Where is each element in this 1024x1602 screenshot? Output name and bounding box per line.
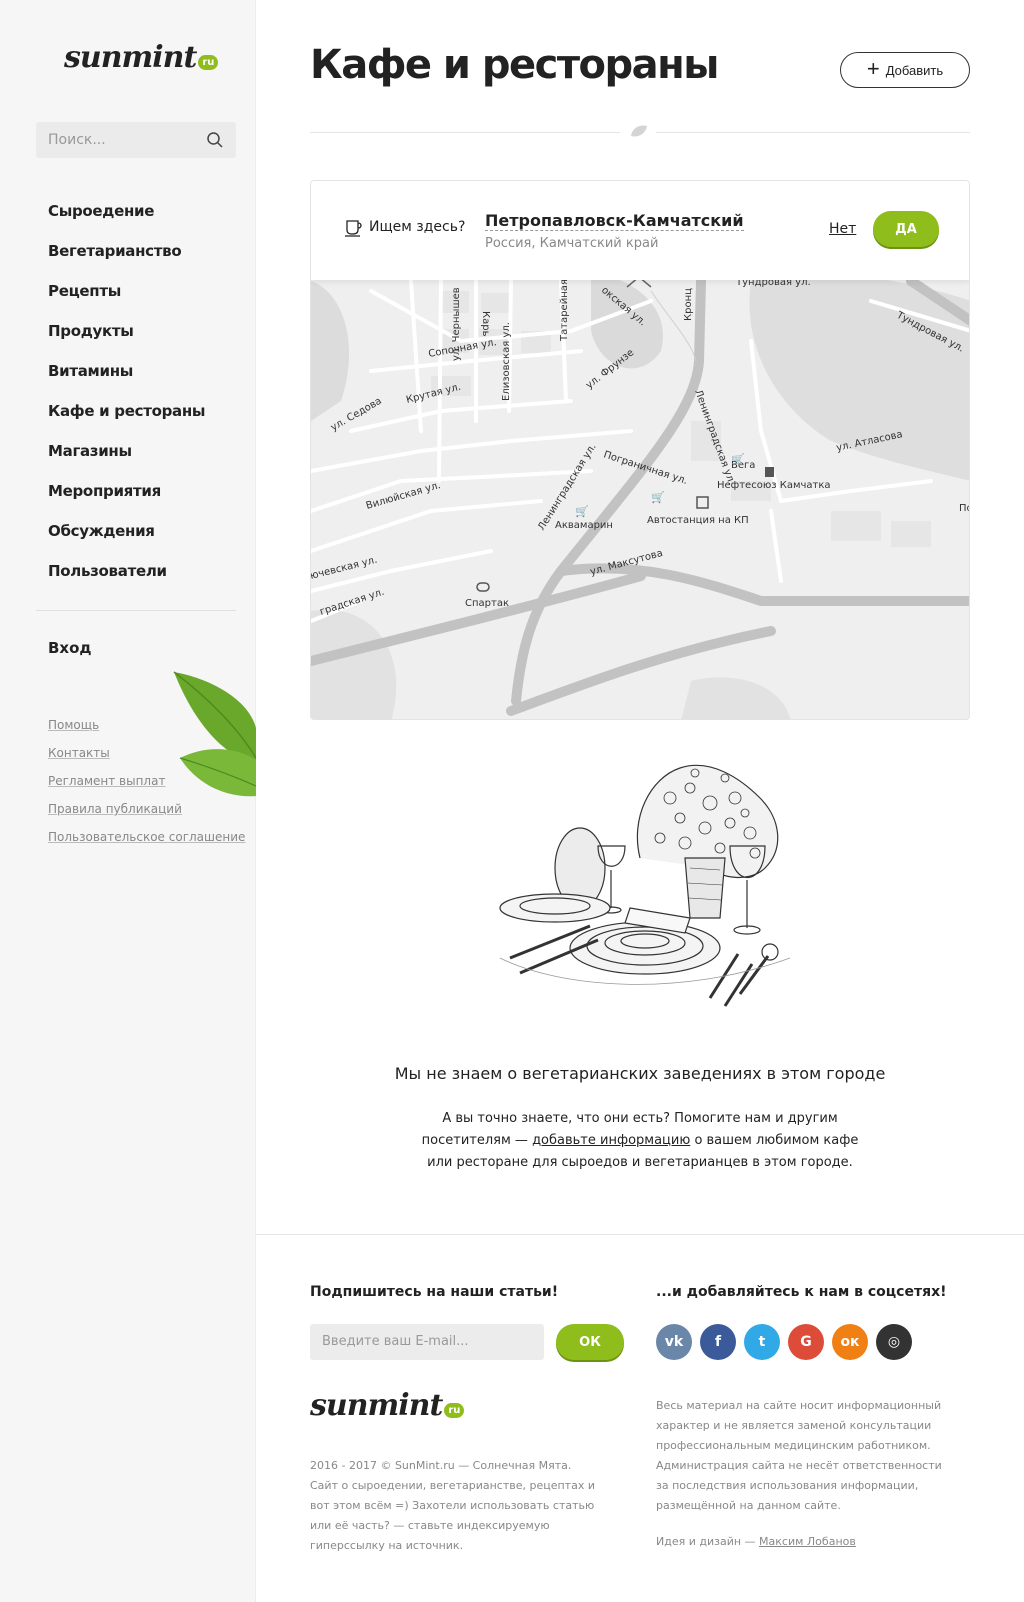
email-input[interactable]: Введите ваш E-mail... [310, 1324, 544, 1360]
sidebar-footer-links: Помощь Контакты Регламент выплат Правила… [48, 718, 245, 858]
table-setting-illustration [499, 764, 791, 1007]
link-user-agreement[interactable]: Пользовательское соглашение [48, 830, 245, 858]
social-links: vk f t G ок ◎ [656, 1324, 912, 1360]
social-title: ...и добавляйтесь к нам в соцсетях! [656, 1284, 947, 1300]
link-contacts[interactable]: Контакты [48, 746, 245, 774]
nav-item-products[interactable]: Продукты [48, 319, 205, 359]
footer-divider [256, 1234, 1024, 1235]
credits: Идея и дизайн — Максим Лобанов [656, 1535, 856, 1548]
search-input[interactable]: Поиск... [36, 122, 236, 158]
main-nav: Сыроедение Вегетарианство Рецепты Продук… [48, 199, 205, 599]
geo-no-button[interactable]: Нет [829, 221, 856, 237]
google-icon[interactable]: G [788, 1324, 824, 1360]
copyright: 2016 - 2017 © SunMint.ru — Солнечная Мят… [310, 1459, 595, 1552]
coffee-cup-icon [345, 220, 362, 237]
map-label-place: Спартак [465, 598, 509, 609]
facebook-icon[interactable]: f [700, 1324, 736, 1360]
link-payout-rules[interactable]: Регламент выплат [48, 774, 245, 802]
shop-icon: 🛒 [731, 453, 745, 466]
shop-icon: 🛒 [651, 491, 665, 504]
geo-question: Ищем здесь? [369, 219, 466, 235]
search-placeholder: Поиск... [48, 132, 106, 148]
author-link[interactable]: Максим Лобанов [759, 1535, 856, 1548]
map-card: окская ул. Кронц Тундровая ул. Тундровая… [310, 180, 970, 720]
add-info-link[interactable]: добавьте информацию [532, 1133, 690, 1148]
map-label-street: По [959, 503, 970, 514]
map-label-street: Кронц [683, 288, 694, 321]
plus-icon: + [866, 56, 880, 81]
map-label-place: Автостанция на КП [647, 515, 749, 526]
title-divider-right [656, 132, 970, 133]
link-publication-rules[interactable]: Правила публикаций [48, 802, 245, 830]
nav-item-vegetarianism[interactable]: Вегетарианство [48, 239, 205, 279]
twitter-icon[interactable]: t [744, 1324, 780, 1360]
geo-yes-button[interactable]: ДА [873, 211, 939, 247]
odnoklassniki-icon[interactable]: ок [832, 1324, 868, 1360]
nav-item-events[interactable]: Мероприятия [48, 479, 205, 519]
disclaimer: Весь материал на сайте носит информацион… [656, 1399, 942, 1512]
add-button[interactable]: + Добавить [840, 52, 970, 88]
nav-item-raw-food[interactable]: Сыроедение [48, 199, 205, 239]
footer-logo-badge: ru [444, 1403, 465, 1418]
nav-divider [36, 610, 236, 611]
login-link[interactable]: Вход [48, 639, 92, 657]
sidebar: sunmint ru Поиск... Сыроедение Вегетариа… [0, 0, 256, 1602]
subscribe-ok-button[interactable]: ОК [556, 1324, 624, 1360]
nav-item-recipes[interactable]: Рецепты [48, 279, 205, 319]
empty-state-description: А вы точно знаете, что они есть? Помогит… [421, 1111, 859, 1170]
shop-icon: 🛒 [575, 505, 589, 518]
subscribe-title: Подпишитесь на наши статьи! [310, 1284, 559, 1300]
map-label-place: Аквамарин [555, 520, 613, 531]
nav-item-shops[interactable]: Магазины [48, 439, 205, 479]
nav-item-vitamins[interactable]: Витамины [48, 359, 205, 399]
page-title: Кафе и рестораны [310, 42, 719, 88]
logo[interactable]: sunmint ru [64, 40, 219, 75]
logo-text: sunmint [64, 40, 197, 75]
station-icon [765, 467, 774, 477]
map-label-street: Карь [480, 311, 491, 337]
search-icon[interactable] [206, 131, 224, 149]
geo-confirm-bar: Ищем здесь? Петропавловск-Камчатский Рос… [311, 181, 969, 280]
geo-city[interactable]: Петропавловск-Камчатский [485, 211, 744, 231]
geo-region: Россия, Камчатский край [485, 236, 659, 251]
nav-item-discussions[interactable]: Обсуждения [48, 519, 205, 559]
logo-badge: ru [198, 55, 219, 70]
footer-logo[interactable]: sunmint ru [310, 1388, 465, 1423]
vk-icon[interactable]: vk [656, 1324, 692, 1360]
map-label-place: Нефтесоюз Камчатка [717, 480, 831, 491]
title-divider-left [310, 132, 620, 133]
nav-item-cafes[interactable]: Кафе и рестораны [48, 399, 205, 439]
nav-item-users[interactable]: Пользователи [48, 559, 205, 599]
leaf-icon [631, 125, 647, 137]
add-button-label: Добавить [885, 62, 944, 78]
link-help[interactable]: Помощь [48, 718, 245, 746]
instagram-icon[interactable]: ◎ [876, 1324, 912, 1360]
empty-state-title: Мы не знаем о вегетарианских заведениях … [394, 1064, 886, 1083]
map-label-street: Елизовская ул. [501, 322, 512, 401]
footer-logo-text: sunmint [310, 1388, 443, 1423]
